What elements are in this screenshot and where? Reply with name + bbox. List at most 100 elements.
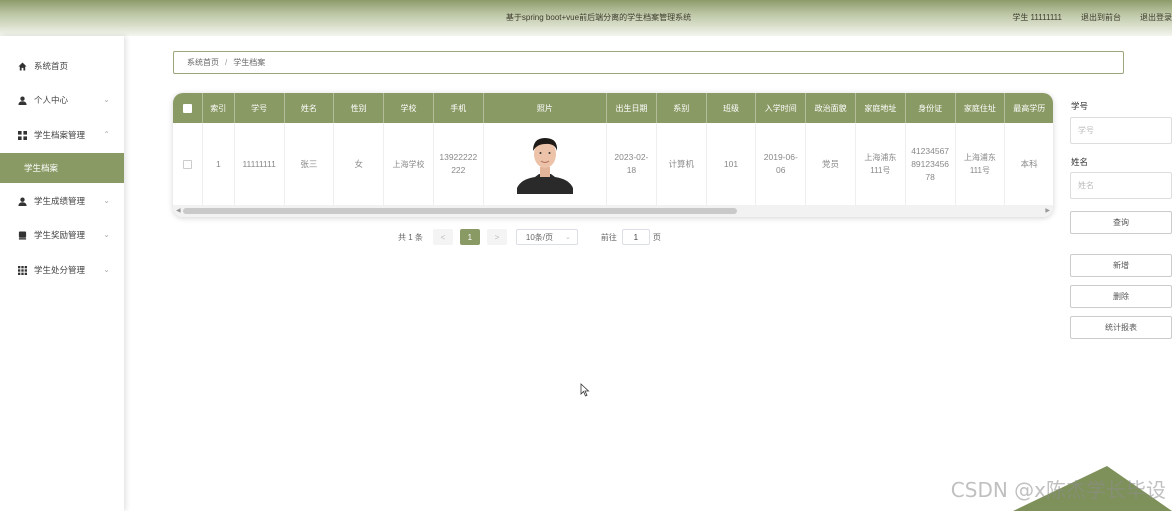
- query-button[interactable]: 查询: [1070, 211, 1172, 234]
- sidebar-item-grades[interactable]: 学生成绩管理 ⌄: [0, 186, 124, 216]
- page-unit-label: 页: [652, 232, 661, 242]
- scrollbar-thumb[interactable]: [183, 208, 737, 214]
- column-header[interactable]: 最高学历: [1005, 93, 1053, 123]
- scroll-right-icon[interactable]: ▶: [1045, 207, 1050, 214]
- app-title: 基于spring boot+vue前后端分离的学生档案管理系统: [505, 13, 692, 22]
- chevron-up-icon: ⌃: [103, 130, 110, 139]
- cell-home: 上海浦东111号: [956, 123, 1006, 205]
- cell-class: 101: [707, 123, 757, 205]
- cell-birth: 2023-02-18: [607, 123, 657, 205]
- next-page-button[interactable]: >: [486, 229, 507, 245]
- grid-icon: [18, 130, 27, 140]
- row-checkbox[interactable]: [173, 123, 203, 205]
- book-icon: [18, 230, 27, 240]
- user-label: 学生 11111111: [1012, 13, 1062, 22]
- user-icon: [18, 197, 27, 206]
- column-header[interactable]: 家庭住址: [956, 93, 1006, 123]
- column-header[interactable]: 出生日期: [607, 93, 657, 123]
- column-header[interactable]: 索引: [203, 93, 235, 123]
- column-header[interactable]: 政治面貌: [806, 93, 856, 123]
- page-size-select[interactable]: 10条/页 ⌄: [515, 229, 578, 245]
- student-photo: [514, 134, 575, 194]
- column-header[interactable]: 姓名: [285, 93, 335, 123]
- top-bar-actions: 学生 11111111 退出到前台 退出登录: [1012, 12, 1172, 23]
- goto-label: 前往: [600, 232, 617, 242]
- page-number-button[interactable]: 1: [459, 229, 480, 245]
- decorative-triangle: [1013, 466, 1172, 511]
- horizontal-scrollbar[interactable]: ◀ ▶: [173, 205, 1053, 217]
- logout-link[interactable]: 退出登录: [1140, 12, 1172, 23]
- sidebar-item-rewards[interactable]: 学生奖励管理 ⌄: [0, 220, 124, 250]
- checkbox-icon: [182, 159, 192, 169]
- sidebar-item-label: 学生处分管理: [34, 265, 86, 275]
- chevron-down-icon: ⌄: [103, 196, 110, 205]
- table-row[interactable]: 1 11111111 张三 女 上海学校 13922222222 2023-02…: [173, 123, 1053, 205]
- xuehao-label: 学号: [1071, 101, 1089, 111]
- column-header[interactable]: 入学时间: [756, 93, 807, 123]
- scroll-left-icon[interactable]: ◀: [176, 207, 181, 214]
- column-header[interactable]: 照片: [484, 93, 608, 123]
- cell-school: 上海学校: [384, 123, 434, 205]
- top-bar: 基于spring boot+vue前后端分离的学生档案管理系统 学生 11111…: [0, 0, 1172, 36]
- sidebar-item-label: 个人中心: [34, 95, 69, 105]
- cell-enroll: 2019-06-06: [756, 123, 807, 205]
- column-header[interactable]: 性别: [334, 93, 385, 123]
- column-header[interactable]: 手机: [434, 93, 484, 123]
- breadcrumb-separator: /: [225, 58, 228, 67]
- cell-address: 上海浦东111号: [856, 123, 906, 205]
- sidebar-item-profile[interactable]: 个人中心 ⌄: [0, 85, 124, 115]
- back-to-front-link[interactable]: 退出到前台: [1081, 12, 1121, 23]
- column-header[interactable]: 学号: [235, 93, 285, 123]
- cell-dept: 计算机: [657, 123, 707, 205]
- checkbox-icon: [182, 103, 192, 113]
- mouse-cursor-icon: [580, 383, 590, 397]
- name-label: 姓名: [1071, 157, 1089, 167]
- sidebar-item-label: 学生档案管理: [34, 130, 86, 140]
- cell-edu: 本科: [1020, 158, 1038, 169]
- column-header[interactable]: 身份证: [906, 93, 956, 123]
- cell-politics: 党员: [806, 123, 856, 205]
- total-count: 共 1 条: [398, 232, 423, 242]
- sidebar-item-punish[interactable]: 学生处分管理 ⌄: [0, 255, 124, 285]
- breadcrumb-current: 学生档案: [233, 58, 266, 67]
- add-button[interactable]: 新增: [1070, 254, 1172, 277]
- page-size-value: 10条/页: [525, 232, 554, 242]
- goto-page-input[interactable]: 1: [621, 229, 650, 245]
- cell-index: 1: [203, 123, 235, 205]
- cell-name: 张三: [285, 123, 335, 205]
- home-icon: [18, 61, 27, 71]
- report-button[interactable]: 统计报表: [1070, 316, 1172, 339]
- watermark: CSDN @x陈杰学长毕设: [950, 478, 1166, 502]
- sidebar: 系统首页 个人中心 ⌄ 学生档案管理 ⌃ 学生档案 学生成绩管理 ⌄ 学生奖励管…: [0, 36, 124, 511]
- cell-gender: 女: [334, 123, 385, 205]
- chevron-down-icon: ⌄: [103, 230, 110, 239]
- breadcrumb-home[interactable]: 系统首页: [187, 57, 219, 68]
- sidebar-item-archive-manage[interactable]: 学生档案管理 ⌃: [0, 120, 124, 150]
- cell-idcard: 412345678912345678: [906, 123, 956, 205]
- column-header[interactable]: 家庭地址: [856, 93, 906, 123]
- sidebar-item-archive[interactable]: 学生档案: [0, 153, 124, 183]
- table-header: 索引 学号 姓名 性别 学校 手机 照片 出生日期 系别 班级 入学时间 政治面…: [173, 93, 1053, 123]
- prev-page-button[interactable]: <: [432, 229, 453, 245]
- delete-button[interactable]: 删除: [1070, 285, 1172, 308]
- column-header[interactable]: 班级: [707, 93, 757, 123]
- chevron-down-icon: ⌄: [103, 95, 110, 104]
- chevron-down-icon: ⌄: [103, 265, 110, 274]
- cell-phone: 13922222222: [434, 123, 484, 205]
- breadcrumb: 系统首页 / 学生档案: [173, 51, 1124, 74]
- name-input[interactable]: 姓名: [1070, 172, 1172, 199]
- sidebar-item-home[interactable]: 系统首页: [0, 51, 124, 81]
- pagination: 共 1 条 < 1 > 10条/页 ⌄ 前往 1 页: [398, 229, 661, 245]
- cell-xuehao: 11111111: [235, 123, 285, 205]
- column-header[interactable]: 系别: [657, 93, 707, 123]
- sidebar-item-label: 学生奖励管理: [34, 230, 86, 240]
- column-header[interactable]: 学校: [384, 93, 434, 123]
- apps-icon: [18, 265, 27, 275]
- sidebar-item-label: 系统首页: [34, 61, 69, 71]
- sidebar-item-label: 学生档案: [24, 163, 59, 173]
- sidebar-item-label: 学生成绩管理: [34, 196, 86, 206]
- user-icon: [18, 96, 27, 105]
- cell-photo[interactable]: [484, 123, 608, 205]
- xuehao-input[interactable]: 学号: [1070, 117, 1172, 144]
- select-all-checkbox[interactable]: [173, 93, 203, 123]
